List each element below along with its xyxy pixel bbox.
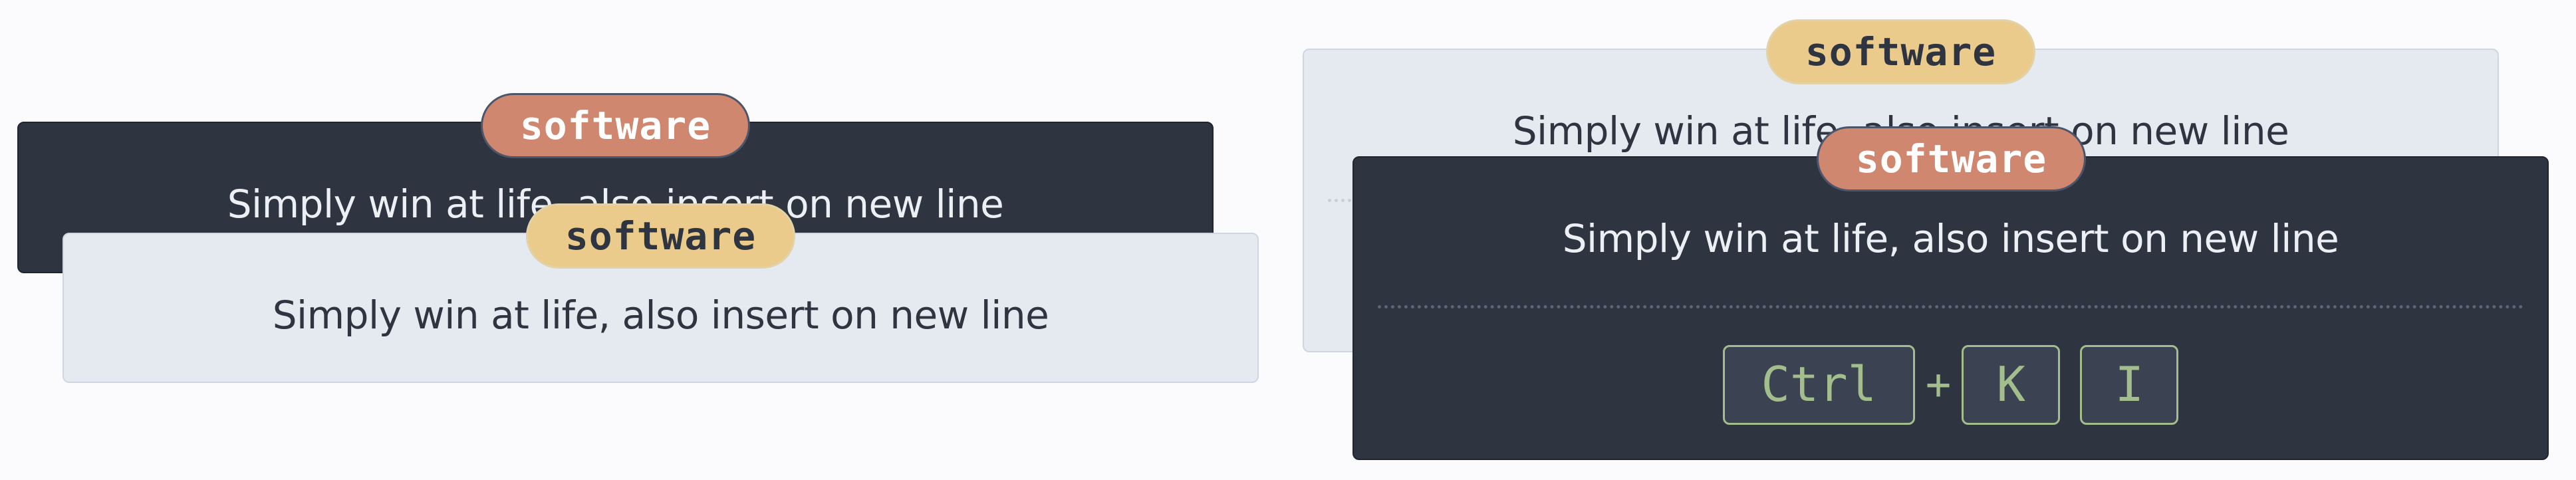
key-k: K: [1962, 345, 2061, 425]
key-separator-plus: +: [1925, 360, 1952, 410]
snippet-description: Simply win at life, also insert on new l…: [1562, 216, 2339, 261]
category-badge-software: software: [526, 203, 795, 269]
key-i: I: [2080, 345, 2179, 425]
keyboard-shortcut: Ctrl + K I: [1354, 345, 2547, 425]
snippet-description: Simply win at life, also insert on new l…: [272, 293, 1049, 338]
category-badge-software: software: [1766, 19, 2035, 84]
key-ctrl: Ctrl: [1722, 345, 1915, 425]
category-badge-software: software: [481, 93, 750, 158]
section-divider: [1378, 305, 2523, 308]
snippet-card-dark-front[interactable]: Simply win at life, also insert on new l…: [1352, 156, 2549, 460]
snippet-card-stage: Simply win at life, also insert on new l…: [0, 0, 2576, 480]
category-badge-software: software: [1817, 126, 2086, 191]
